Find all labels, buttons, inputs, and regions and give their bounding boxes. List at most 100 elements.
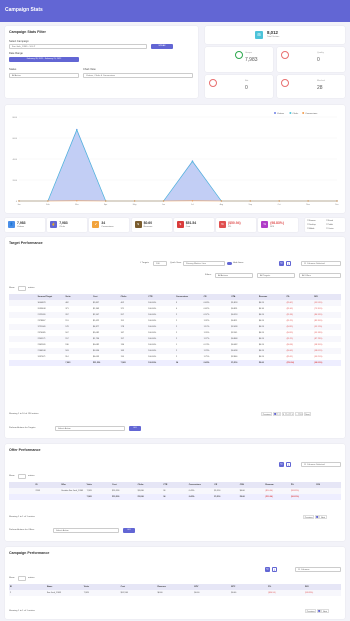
total-cell: $51,536 [111, 494, 137, 500]
filter-card: Campaign Stats Filter Select Campaign Fo… [5, 26, 198, 98]
campaign-columns-select[interactable]: 11 Columns [295, 567, 341, 572]
quality-label: Quality [317, 52, 324, 54]
date-range-picker[interactable]: February 28, 2021 - February 21, 2022 [9, 57, 79, 62]
device-checkbox-carrier[interactable]: ☐ Carrier [326, 228, 334, 230]
devices-box: ☐ Browser ☐ Brand ☐ Desktop ☐ Tablet ☐ Mobil… [305, 218, 345, 232]
table-cell: 2 [9, 590, 46, 596]
offer-refresh-button[interactable]: ↻ [279, 462, 284, 467]
offer-action-select[interactable]: Select Action [53, 528, 119, 533]
columns-select[interactable]: 11 Columns Selected [301, 261, 341, 266]
device-checkbox-tablet[interactable]: ☐ Tablet [326, 224, 333, 226]
metric-clicks-card: ☝ 7,983 Clicks [47, 218, 88, 232]
page-link[interactable]: Next [321, 609, 329, 613]
total-cell: (98.83%) [289, 494, 316, 500]
campaign-pagination: Previous 1 Next [305, 609, 329, 613]
offer-columns-select[interactable]: 11 Columns Selected [301, 462, 341, 467]
data-point [307, 200, 309, 202]
data-point [278, 200, 280, 202]
campaign-refresh-button[interactable]: ↻ [265, 567, 270, 572]
data-point [249, 200, 251, 202]
target-go-button[interactable]: GO [129, 426, 141, 431]
device-checkbox-mobile[interactable]: ☐ Mobile [307, 228, 314, 230]
device-checkbox-desktop[interactable]: ☐ Desktop [307, 224, 316, 226]
metric-value: (98.83%) [270, 220, 284, 225]
filter-actions-select[interactable]: All Actions [215, 273, 253, 278]
campaign-entries-label: entries [28, 577, 35, 579]
target-performance-card: Target Performance # Targets 100 Quick V… [5, 237, 345, 438]
total-cell: $1,516 [213, 494, 239, 500]
date-label: Date Range [9, 52, 23, 55]
table-cell: 7,983 [82, 590, 120, 596]
campaign-showing: Showing 1 to 1 of 1 entries [9, 610, 35, 612]
x-tick-label: Dec [335, 204, 339, 206]
metric-icon: % [261, 221, 269, 228]
hide-items-label: Hide Items [233, 262, 244, 264]
data-point [133, 200, 136, 202]
bot-circle-icon [209, 79, 217, 87]
campaign-export-button[interactable]: ⇩ [272, 567, 277, 572]
export-button[interactable]: ⇩ [286, 261, 291, 266]
total-cell: 7,983 [64, 360, 92, 366]
target-action-select[interactable]: Select Action [55, 426, 125, 431]
quality-value: 0 [317, 57, 320, 63]
campaign-label: Select Campaign [9, 40, 29, 43]
filter-targets-select[interactable]: All Targets [257, 273, 295, 278]
campaign-select[interactable]: Fox Jack_1/365 - 10-LP [9, 44, 147, 49]
page-link[interactable]: 3 [281, 412, 286, 416]
target-showing: Showing 1 to 10 of 190 entries [9, 413, 39, 415]
y-tick-label: 4000 [13, 159, 18, 161]
table-total-row: 7,983 $51,536 7,983 100.00% 34 0.43% $1,516 $0.… [9, 360, 341, 366]
show-entries-select[interactable] [18, 286, 26, 291]
campaign-table: ID Name Visits Cost Revenue EPV EPC P/L ROI 2 Fox … [9, 584, 341, 596]
page-link[interactable]: 1 [272, 412, 277, 416]
page-link[interactable]: 5 [290, 412, 295, 416]
page-link[interactable]: 1 [314, 515, 319, 519]
page-link[interactable]: 19 [299, 412, 304, 416]
campaign-performance-card: Campaign Performance ↻ ⇩ 11 Columns Show… [5, 547, 345, 619]
metric-value: ($50.94) [228, 220, 241, 225]
x-tick-label: Mar [75, 204, 79, 206]
bot-value: 0 [245, 85, 248, 91]
page-link[interactable]: Previous [305, 609, 317, 613]
hide-toggle[interactable] [227, 262, 232, 265]
series-area-visitors [19, 129, 337, 201]
filter-offers-select[interactable]: All Offers [299, 273, 341, 278]
page-link[interactable]: 2 [277, 412, 282, 416]
offer-show-label: Show [9, 475, 15, 477]
legend-marker [302, 112, 305, 114]
device-checkbox-browser[interactable]: ☐ Browser [307, 220, 316, 222]
legend-marker [289, 112, 292, 114]
table-row[interactable]: 2 Fox Jack_1/365 7,983 $51,536 $0.60 $0.00 $0.… [9, 590, 341, 596]
total-visitors-label: Total Visitors [267, 35, 280, 38]
offer-show-select[interactable] [18, 474, 26, 479]
metric-label: P/L [228, 225, 232, 228]
offer-go-button[interactable]: GO [123, 528, 135, 533]
page-link[interactable]: 4 [285, 412, 290, 416]
offer-performance-card: Offer Performance ↻ ⇩ 11 Columns Selecte… [5, 444, 345, 541]
table-cell: (98.83%) [304, 590, 341, 596]
page-link[interactable]: Previous [261, 412, 273, 416]
metric-roi-card: % (98.83%) ROI [258, 218, 299, 232]
refresh-button[interactable]: ↻ [279, 261, 284, 266]
x-tick-label: Apr [104, 203, 107, 206]
targets-select[interactable]: 100 [153, 261, 167, 266]
campaign-show-select[interactable] [18, 576, 26, 581]
quick-view-select[interactable]: Primary Metrics Line [183, 261, 225, 266]
page-link[interactable]: ... [294, 412, 299, 416]
metric-label: ROI [270, 225, 275, 228]
metric-label: Conversions [101, 225, 114, 228]
page-link[interactable]: 1 [316, 609, 321, 613]
page-link[interactable]: Previous [303, 515, 315, 519]
total-visitors-value: 8,012 [267, 29, 278, 35]
total-cell: 34 [162, 494, 188, 500]
page-link[interactable]: Next [319, 515, 327, 519]
device-checkbox-brand[interactable]: ☐ Brand [326, 220, 333, 222]
submit-button[interactable]: SPEAK [151, 44, 173, 49]
total-cell [36, 360, 65, 366]
offer-export-button[interactable]: ⇩ [286, 462, 291, 467]
page-link[interactable]: Next [303, 412, 312, 416]
offer-table-wrap: ID Offer Visits Cost Clicks CTR Conversions CR C… [9, 482, 341, 500]
status-select[interactable]: All Active [9, 73, 79, 78]
chart-view-select[interactable]: Visitors, Clicks & Conversions [83, 73, 193, 78]
total-cell: 0.43% [187, 494, 214, 500]
